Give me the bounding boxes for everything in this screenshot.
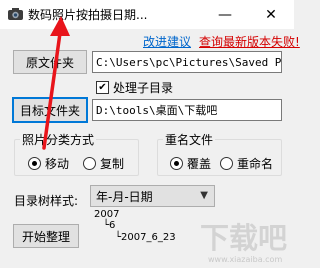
xiazaiba-watermark-logo: 下载吧 www.xiazaiba.com: [200, 221, 287, 264]
tree-style-select[interactable]: 年-月-日期 ▼: [90, 185, 215, 207]
close-icon: ✕: [265, 6, 277, 23]
start-button[interactable]: 开始整理: [13, 224, 79, 248]
tree-style-label: 目录树样式:: [14, 194, 79, 208]
svg-text:www.xiazaiba.com: www.xiazaiba.com: [208, 255, 282, 264]
target-folder-button[interactable]: 目标文件夹: [12, 97, 88, 123]
radio-copy[interactable]: 复制: [83, 155, 124, 172]
subdir-label: 处理子目录: [113, 81, 174, 95]
close-button[interactable]: ✕: [248, 0, 294, 29]
radio-overwrite-button[interactable]: [170, 157, 183, 170]
radio-move[interactable]: 移动: [28, 155, 69, 172]
radio-overwrite[interactable]: 覆盖: [170, 155, 211, 172]
subdir-checkbox[interactable]: ✔: [96, 81, 109, 94]
radio-copy-label: 复制: [100, 157, 125, 171]
tree-preview-level2: └6: [103, 220, 116, 231]
window-title: 数码照片按拍摄日期...: [28, 8, 148, 22]
title-bar: 数码照片按拍摄日期... — ✕: [0, 0, 294, 29]
classify-mode-title: 照片分类方式: [20, 131, 97, 148]
update-check-link[interactable]: 查询最新版本失败!: [199, 33, 300, 50]
radio-rename[interactable]: 重命名: [220, 155, 273, 172]
tree-preview-level1: 2007: [94, 209, 120, 220]
radio-copy-button[interactable]: [83, 157, 96, 170]
suggest-link[interactable]: 改进建议: [143, 33, 191, 50]
radio-rename-label: 重命名: [237, 157, 274, 171]
source-path-field[interactable]: C:\Users\pc\Pictures\Saved Pic: [92, 51, 282, 73]
duplicate-file-title: 重名文件: [163, 131, 216, 148]
minimize-button[interactable]: —: [202, 0, 248, 29]
tree-preview-level3: └2007_6_23: [115, 232, 176, 243]
radio-overwrite-label: 覆盖: [187, 157, 212, 171]
subdir-checkbox-row[interactable]: ✔ 处理子目录: [96, 79, 173, 96]
tree-style-value: 年-月-日期: [96, 189, 153, 204]
radio-rename-button[interactable]: [220, 157, 233, 170]
chevron-down-icon: ▼: [200, 190, 208, 201]
source-folder-button[interactable]: 原文件夹: [13, 50, 87, 74]
radio-move-label: 移动: [45, 157, 70, 171]
target-path-field[interactable]: D:\tools\桌面\下载吧: [92, 99, 282, 121]
camera-app-icon: [8, 8, 23, 20]
radio-move-button[interactable]: [28, 157, 41, 170]
minimize-icon: —: [218, 6, 232, 23]
svg-text:下载吧: 下载吧: [200, 221, 287, 255]
